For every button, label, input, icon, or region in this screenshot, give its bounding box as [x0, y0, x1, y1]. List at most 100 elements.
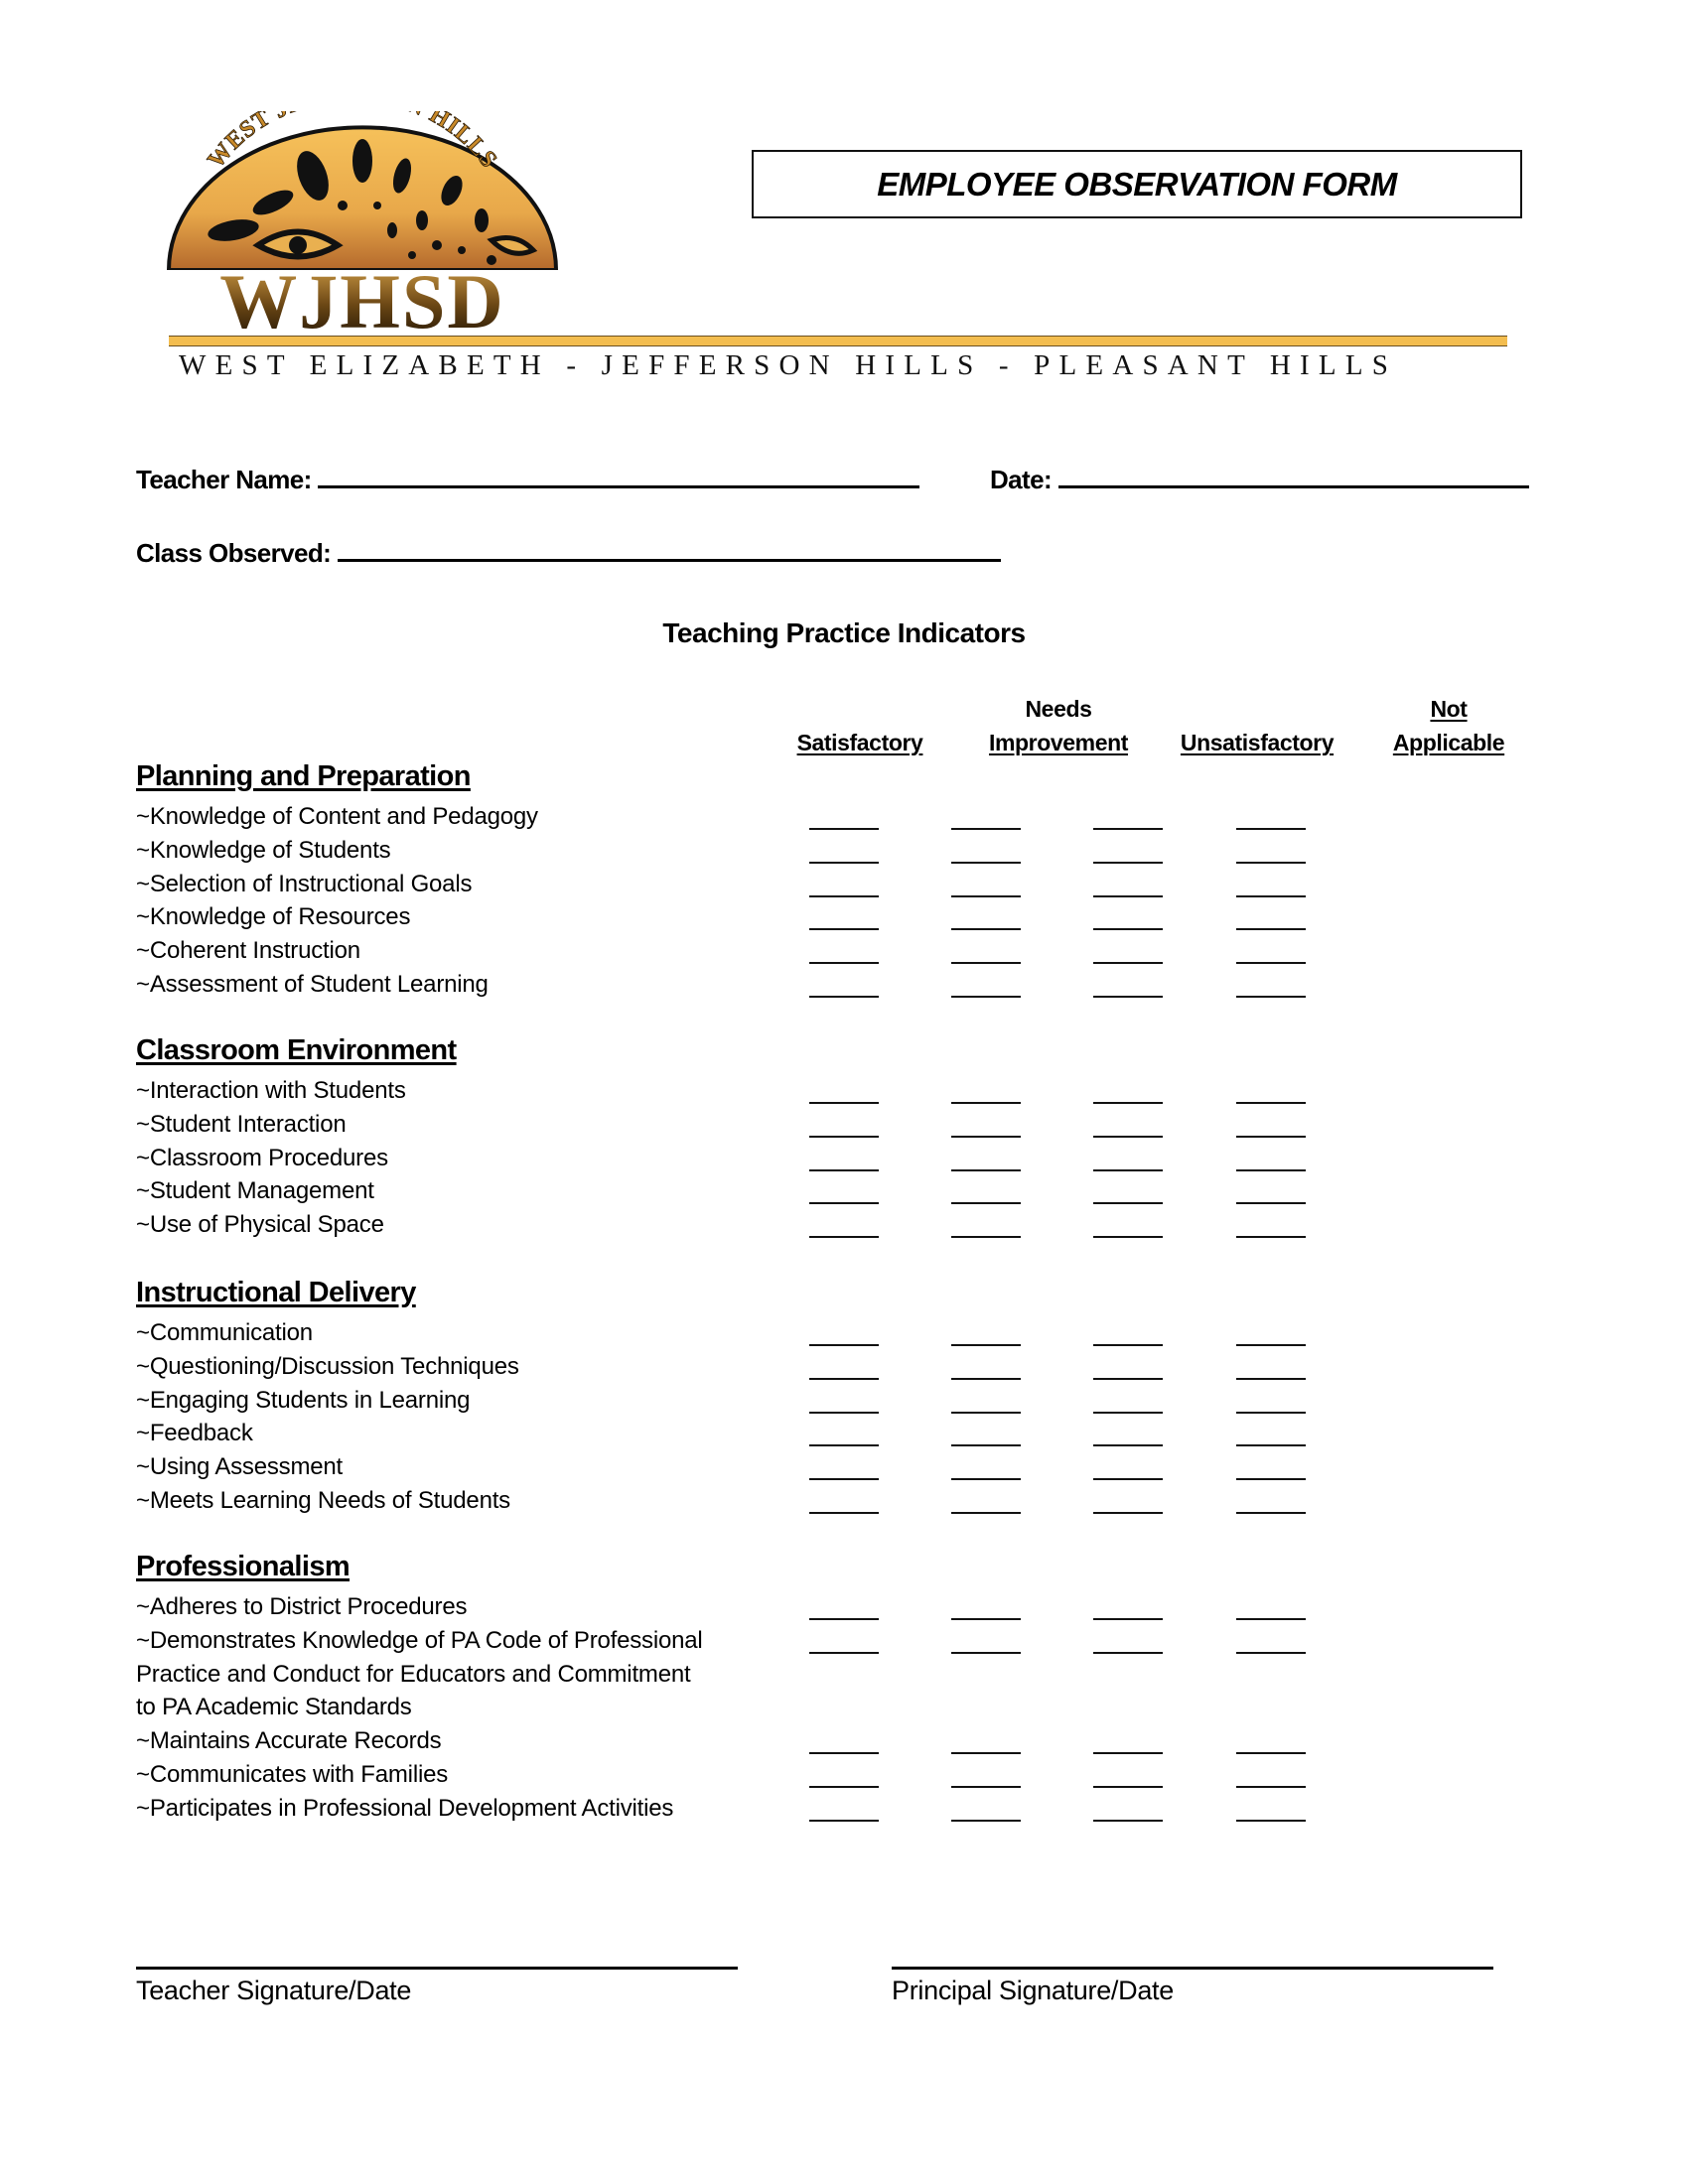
rating-blank-satisfactory[interactable] — [809, 1752, 879, 1755]
rating-blank-needs-improvement[interactable] — [951, 1168, 1021, 1171]
rating-blank-unsatisfactory[interactable] — [1093, 1236, 1163, 1239]
rating-blank-satisfactory[interactable] — [809, 1786, 879, 1788]
rating-blank-satisfactory[interactable] — [809, 1512, 879, 1514]
rating-blank-satisfactory[interactable] — [809, 1102, 879, 1104]
rating-blank-unsatisfactory[interactable] — [1093, 1411, 1163, 1414]
rating-blank-unsatisfactory[interactable] — [1093, 1478, 1163, 1481]
rating-blank-needs-improvement[interactable] — [951, 962, 1021, 965]
rating-blank-satisfactory[interactable] — [809, 1411, 879, 1414]
rating-blank-needs-improvement[interactable] — [951, 1102, 1021, 1104]
rating-blank-unsatisfactory[interactable] — [1093, 1344, 1163, 1346]
rating-blank-satisfactory[interactable] — [809, 1135, 879, 1138]
class-observed-field[interactable]: Class Observed: — [136, 538, 1001, 569]
rating-blank-unsatisfactory[interactable] — [1093, 894, 1163, 897]
rating-blank-unsatisfactory[interactable] — [1093, 1444, 1163, 1447]
rating-blank-satisfactory[interactable] — [809, 1168, 879, 1171]
column-header-2: Unsatisfactory — [1158, 692, 1356, 759]
rating-blank-satisfactory[interactable] — [809, 1344, 879, 1346]
rating-blank-needs-improvement[interactable] — [951, 1135, 1021, 1138]
principal-signature-line[interactable] — [892, 1967, 1493, 1970]
rating-blank-needs-improvement[interactable] — [951, 1651, 1021, 1654]
rating-blank-unsatisfactory[interactable] — [1093, 1752, 1163, 1755]
rating-blank-satisfactory[interactable] — [809, 861, 879, 864]
rating-blank-needs-improvement[interactable] — [951, 861, 1021, 864]
leopard-logo-icon: WEST JEFFERSON HILLS WJHSD — [164, 80, 561, 349]
rating-blank-needs-improvement[interactable] — [951, 1236, 1021, 1239]
rating-blank-needs-improvement[interactable] — [951, 1478, 1021, 1481]
rating-blank-satisfactory[interactable] — [809, 1819, 879, 1822]
section-heading: Professionalism — [136, 1551, 351, 1582]
rating-blank-needs-improvement[interactable] — [951, 1344, 1021, 1346]
rating-blank-not-applicable[interactable] — [1236, 1752, 1306, 1755]
rating-blank-not-applicable[interactable] — [1236, 894, 1306, 897]
rating-blank-not-applicable[interactable] — [1236, 1102, 1306, 1104]
rating-blank-not-applicable[interactable] — [1236, 1618, 1306, 1620]
teacher-name-input[interactable] — [318, 484, 920, 488]
rating-blank-not-applicable[interactable] — [1236, 1478, 1306, 1481]
rating-blank-unsatisfactory[interactable] — [1093, 928, 1163, 931]
rating-blank-satisfactory[interactable] — [809, 1236, 879, 1239]
rating-blank-needs-improvement[interactable] — [951, 1819, 1021, 1822]
rating-blank-satisfactory[interactable] — [809, 928, 879, 931]
rating-blank-unsatisfactory[interactable] — [1093, 962, 1163, 965]
rating-blank-unsatisfactory[interactable] — [1093, 1512, 1163, 1514]
rating-blank-unsatisfactory[interactable] — [1093, 1786, 1163, 1788]
rating-blank-unsatisfactory[interactable] — [1093, 1819, 1163, 1822]
rating-blank-unsatisfactory[interactable] — [1093, 861, 1163, 864]
rating-blank-not-applicable[interactable] — [1236, 1168, 1306, 1171]
rating-blank-unsatisfactory[interactable] — [1093, 1377, 1163, 1380]
rating-blank-not-applicable[interactable] — [1236, 996, 1306, 998]
rating-blank-not-applicable[interactable] — [1236, 1411, 1306, 1414]
class-observed-input[interactable] — [337, 558, 1001, 562]
rating-blank-needs-improvement[interactable] — [951, 1786, 1021, 1788]
rating-blank-satisfactory[interactable] — [809, 1478, 879, 1481]
rating-blank-satisfactory[interactable] — [809, 1444, 879, 1447]
rating-blank-not-applicable[interactable] — [1236, 962, 1306, 965]
rating-blank-unsatisfactory[interactable] — [1093, 1651, 1163, 1654]
rating-blank-not-applicable[interactable] — [1236, 928, 1306, 931]
rating-blank-not-applicable[interactable] — [1236, 1135, 1306, 1138]
rating-blank-needs-improvement[interactable] — [951, 1444, 1021, 1447]
rating-blank-not-applicable[interactable] — [1236, 1344, 1306, 1346]
rating-blank-not-applicable[interactable] — [1236, 1512, 1306, 1514]
indicator-label: ~Student Interaction — [136, 1110, 347, 1138]
rating-blank-unsatisfactory[interactable] — [1093, 1135, 1163, 1138]
rating-blank-needs-improvement[interactable] — [951, 828, 1021, 830]
rating-blank-unsatisfactory[interactable] — [1093, 1202, 1163, 1205]
rating-blank-needs-improvement[interactable] — [951, 928, 1021, 931]
rating-blank-not-applicable[interactable] — [1236, 1786, 1306, 1788]
rating-blank-unsatisfactory[interactable] — [1093, 1618, 1163, 1620]
teacher-name-field[interactable]: Teacher Name: — [136, 465, 920, 495]
rating-blank-satisfactory[interactable] — [809, 996, 879, 998]
rating-blank-needs-improvement[interactable] — [951, 1202, 1021, 1205]
rating-blank-not-applicable[interactable] — [1236, 1819, 1306, 1822]
rating-blank-not-applicable[interactable] — [1236, 1202, 1306, 1205]
teacher-signature-line[interactable] — [136, 1967, 738, 1970]
rating-blank-not-applicable[interactable] — [1236, 828, 1306, 830]
rating-blank-unsatisfactory[interactable] — [1093, 828, 1163, 830]
rating-blank-satisfactory[interactable] — [809, 1618, 879, 1620]
rating-blank-not-applicable[interactable] — [1236, 1651, 1306, 1654]
rating-blank-unsatisfactory[interactable] — [1093, 1102, 1163, 1104]
rating-blank-satisfactory[interactable] — [809, 962, 879, 965]
rating-blank-needs-improvement[interactable] — [951, 1512, 1021, 1514]
rating-blank-needs-improvement[interactable] — [951, 894, 1021, 897]
rating-blank-satisfactory[interactable] — [809, 828, 879, 830]
rating-blank-unsatisfactory[interactable] — [1093, 1168, 1163, 1171]
rating-blank-not-applicable[interactable] — [1236, 1377, 1306, 1380]
rating-blank-not-applicable[interactable] — [1236, 861, 1306, 864]
rating-blank-satisfactory[interactable] — [809, 1651, 879, 1654]
date-input[interactable] — [1057, 484, 1529, 488]
rating-blank-satisfactory[interactable] — [809, 1377, 879, 1380]
rating-blank-satisfactory[interactable] — [809, 894, 879, 897]
rating-blank-not-applicable[interactable] — [1236, 1236, 1306, 1239]
rating-blank-needs-improvement[interactable] — [951, 996, 1021, 998]
rating-blank-needs-improvement[interactable] — [951, 1752, 1021, 1755]
rating-blank-needs-improvement[interactable] — [951, 1377, 1021, 1380]
rating-blank-needs-improvement[interactable] — [951, 1618, 1021, 1620]
date-field[interactable]: Date: — [990, 465, 1529, 495]
rating-blank-satisfactory[interactable] — [809, 1202, 879, 1205]
rating-blank-not-applicable[interactable] — [1236, 1444, 1306, 1447]
rating-blank-unsatisfactory[interactable] — [1093, 996, 1163, 998]
rating-blank-needs-improvement[interactable] — [951, 1411, 1021, 1414]
